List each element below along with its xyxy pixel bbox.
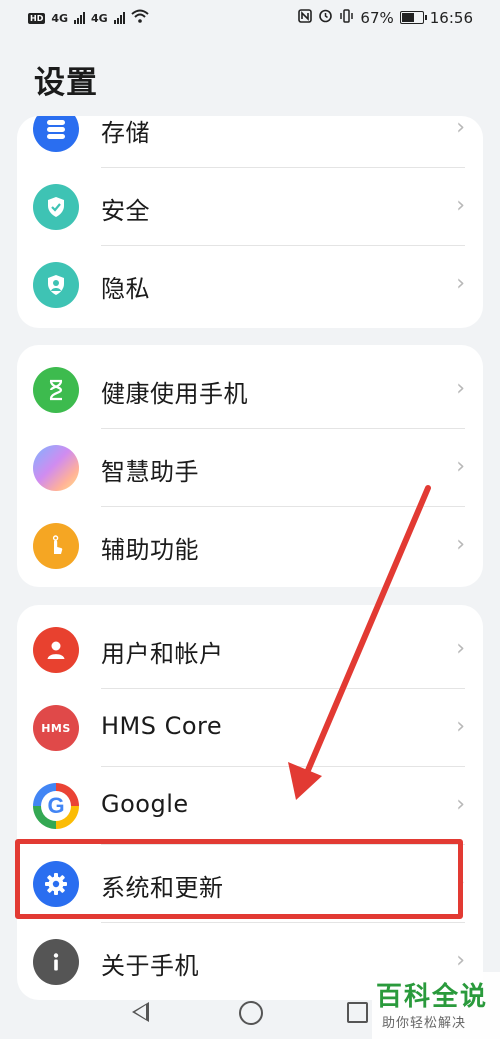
watermark-subtitle: 助你轻松解决 — [382, 1016, 467, 1031]
highlight-box — [15, 839, 463, 919]
watermark-title: 百科全说 — [376, 982, 489, 1012]
watermark: 百科全说 助你轻松解决 — [372, 972, 500, 1039]
